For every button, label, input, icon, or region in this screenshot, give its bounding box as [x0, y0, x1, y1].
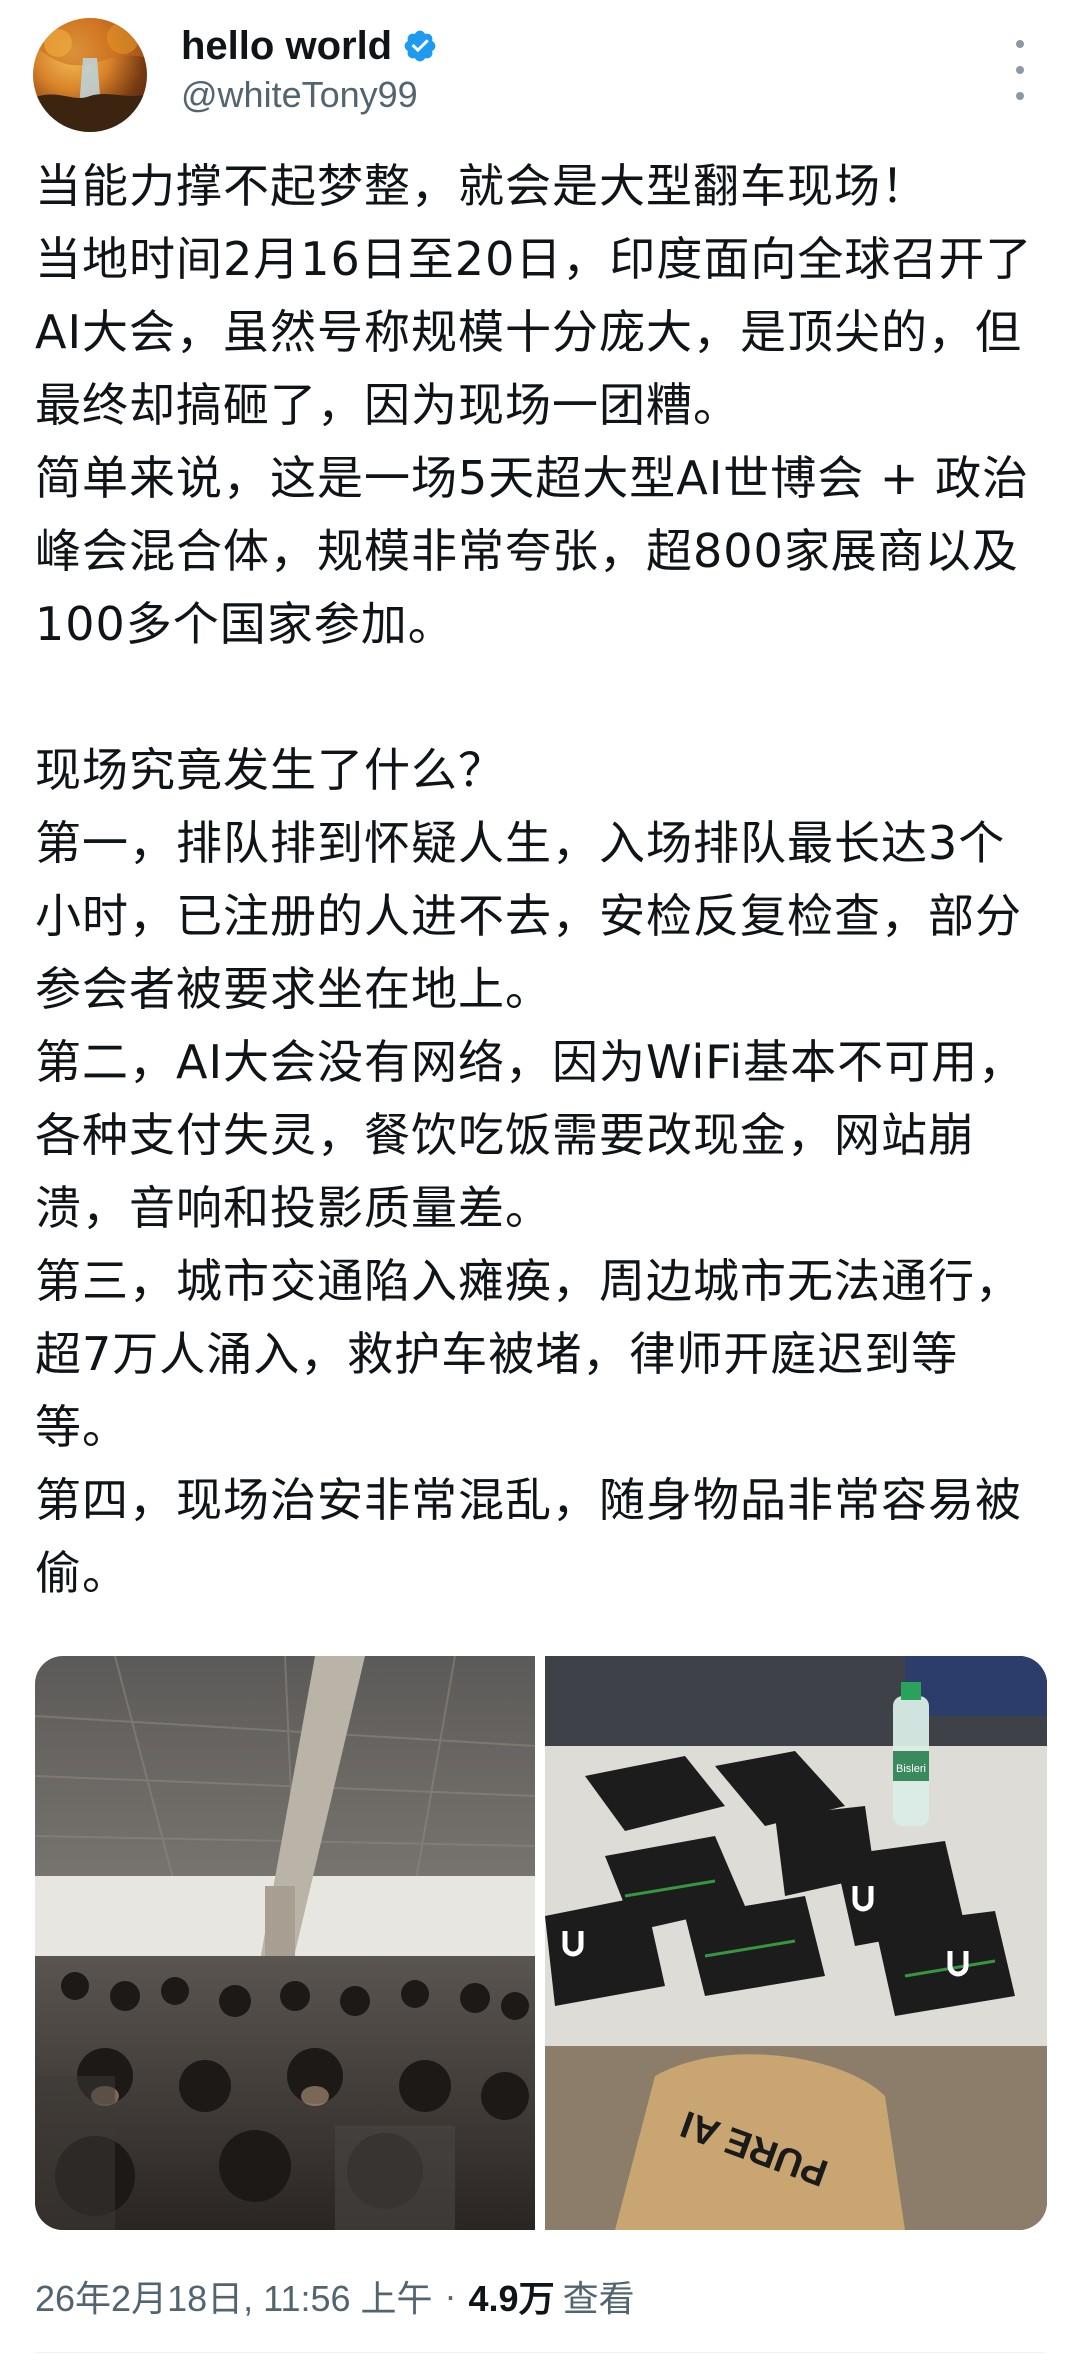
meta-separator: ·	[444, 2275, 457, 2316]
tweet-paragraph: 第四，现场治安非常混乱，随身物品非常容易被偷。	[35, 1473, 1022, 1600]
tweet-paragraph: 当地时间2月16日至20日，印度面向全球召开了AI大会，虽然号称规模十分庞大，是…	[35, 232, 1033, 432]
avatar[interactable]	[33, 18, 147, 132]
tweet-paragraph: 第三，城市交通陷入瘫痪，周边城市无法通行，超7万人涌入，救护车被堵，律师开庭迟到…	[35, 1254, 1022, 1454]
views-count: 4.9万	[468, 2278, 555, 2319]
media-photo-crowd[interactable]	[35, 1656, 535, 2230]
bottle-label: Bisleri	[896, 1763, 926, 1775]
tweet-paragraph: 第二，AI大会没有网络，因为WiFi基本不可用，各种支付失灵，餐饮吃饭需要改现金…	[35, 1035, 1026, 1235]
divider	[35, 2352, 1045, 2353]
tweet-paragraph: 第一，排队排到怀疑人生，入场排队最长达3个小时，已注册的人进不去，安检反复检查，…	[35, 816, 1022, 1016]
media-grid: Bisleri PURE AI	[35, 1656, 1047, 2230]
tweet-meta: 26年2月18日, 11:56 上午 · 4.9万 查看	[35, 2268, 635, 2324]
tweet-timestamp[interactable]: 26年2月18日, 11:56 上午	[35, 2270, 433, 2322]
boxes-photo-icon: Bisleri PURE AI	[545, 1656, 1047, 2230]
author-display-name[interactable]: hello world	[181, 24, 392, 69]
tweet-paragraph: 现场究竟发生了什么？	[35, 743, 505, 797]
tweet-header: hello world @whiteTony99	[0, 0, 1080, 140]
crowd-photo-icon	[35, 1656, 535, 2230]
tweet-paragraph: 简单来说，这是一场5天超大型AI世博会 + 政治峰会混合体，规模非常夸张，超80…	[35, 451, 1030, 651]
views-label: 查看	[562, 2278, 635, 2319]
author-name-row: hello world	[181, 22, 438, 70]
more-options-icon[interactable]	[1008, 40, 1032, 100]
author-handle[interactable]: @whiteTony99	[181, 74, 418, 116]
tweet-text: 当能力撑不起梦整，就会是大型翻车现场！ 当地时间2月16日至20日，印度面向全球…	[35, 150, 1045, 1610]
media-photo-boxes[interactable]: Bisleri PURE AI	[545, 1656, 1047, 2230]
tweet-paragraph: 当能力撑不起梦整，就会是大型翻车现场！	[35, 159, 928, 213]
verified-badge-icon	[404, 30, 436, 62]
